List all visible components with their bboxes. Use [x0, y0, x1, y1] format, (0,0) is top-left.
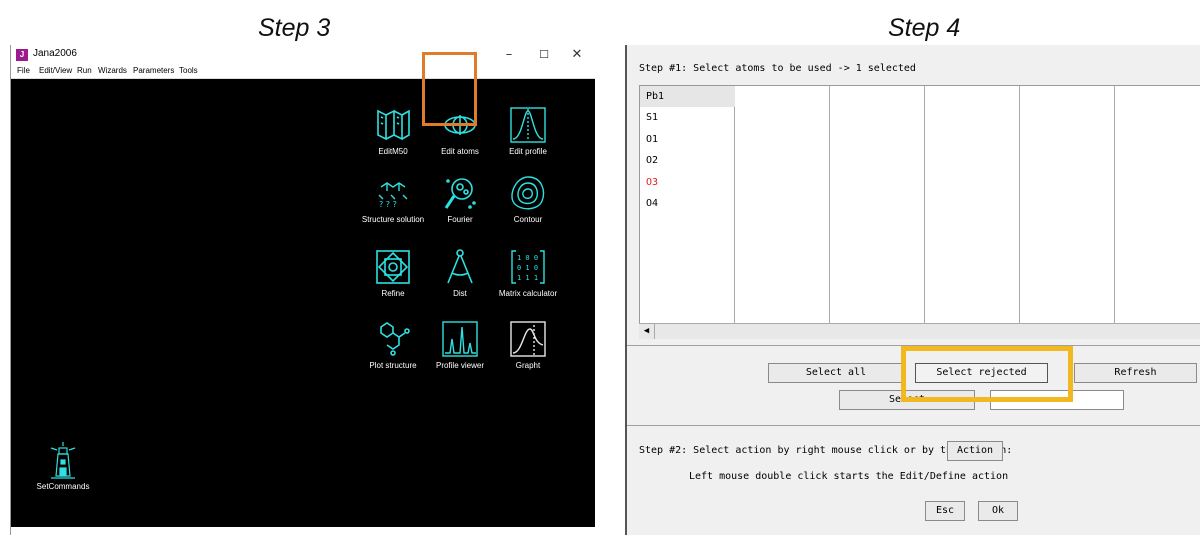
step-3-caption: Step 3: [258, 14, 331, 42]
menu-file[interactable]: File: [17, 66, 30, 75]
grapht-tile[interactable]: Grapht: [492, 317, 564, 379]
edit-atoms-dialog: Step #1: Select atoms to be used -> 1 se…: [625, 45, 1200, 535]
window-title: Jana2006: [33, 48, 77, 59]
status-bar: [11, 527, 595, 535]
action-button[interactable]: Action: [947, 441, 1003, 461]
atom-column-2: [735, 86, 830, 338]
step-4-caption: Step 4: [888, 14, 961, 42]
lighthouse-icon: [50, 442, 76, 479]
atom-item-rejected[interactable]: O3: [646, 177, 658, 188]
select-all-button[interactable]: Select all: [768, 363, 904, 383]
editm50-icon: [377, 109, 410, 141]
contour-icon: [511, 176, 545, 210]
atom-column-1: Pb1 S1 O1 O2 O3 O4: [640, 86, 735, 338]
edit-atoms-highlight: [422, 52, 477, 126]
menu-parameters[interactable]: Parameters: [133, 66, 174, 75]
structure-solution-icon: ? ? ?: [378, 182, 408, 209]
double-click-hint: Left mouse double click starts the Edit/…: [689, 471, 1009, 482]
refresh-button[interactable]: Refresh: [1074, 363, 1197, 383]
matrix-calculator-icon: 1 0 0 0 1 0 1 1 1: [511, 250, 545, 284]
fourier-icon: [444, 178, 476, 209]
grapht-label: Grapht: [515, 361, 541, 370]
scroll-left-icon[interactable]: ◀: [639, 324, 655, 339]
menu-edit-view[interactable]: Edit/View: [39, 66, 72, 75]
contour-tile[interactable]: Contour: [492, 171, 564, 233]
svg-text:1 1 1: 1 1 1: [517, 274, 538, 282]
separator: [627, 425, 1200, 426]
atom-column-3: [830, 86, 925, 338]
plot-structure-icon: [380, 322, 410, 356]
maximize-button[interactable]: ☐: [526, 45, 562, 65]
menu-bar: File Edit/View Run Wizards Parameters To…: [11, 65, 595, 79]
setcommands-tile[interactable]: SetCommands: [27, 438, 99, 500]
grapht-icon: [510, 321, 546, 357]
close-button[interactable]: ✕: [559, 45, 595, 65]
atom-list[interactable]: Pb1 S1 O1 O2 O3 O4: [639, 85, 1200, 339]
atom-item[interactable]: O4: [646, 198, 658, 209]
edit-profile-label: Edit profile: [509, 147, 547, 156]
atom-item[interactable]: S1: [646, 112, 658, 123]
setcommands-label: SetCommands: [36, 482, 90, 491]
matrix-calculator-label: Matrix calculator: [498, 289, 558, 298]
minimize-button[interactable]: –: [491, 45, 527, 65]
svg-text:? ? ?: ? ? ?: [379, 200, 397, 209]
edit-profile-tile[interactable]: Edit profile: [492, 103, 564, 165]
atom-column-6: [1115, 86, 1200, 338]
menu-run[interactable]: Run: [77, 66, 92, 75]
svg-text:1 0 0: 1 0 0: [517, 254, 538, 262]
dist-icon: [447, 249, 473, 284]
atom-column-5: [1020, 86, 1115, 338]
jana-logo-icon: J: [16, 49, 28, 61]
refine-icon: [376, 250, 410, 284]
jana-window: J Jana2006 – ☐ ✕ File Edit/View Run Wiza…: [10, 45, 595, 535]
horizontal-scrollbar[interactable]: ◀: [639, 323, 1200, 339]
atom-item[interactable]: O1: [646, 134, 658, 145]
matrix-calculator-tile[interactable]: 1 0 0 0 1 0 1 1 1 Matrix calculator: [492, 245, 564, 307]
menu-tools[interactable]: Tools: [179, 66, 198, 75]
contour-label: Contour: [513, 215, 543, 224]
profile-viewer-icon: [442, 321, 478, 357]
edit-profile-icon: [510, 107, 546, 143]
ok-button[interactable]: Ok: [978, 501, 1018, 521]
select-rejected-highlight: [901, 346, 1073, 402]
atom-column-4: [925, 86, 1020, 338]
step1-instruction: Step #1: Select atoms to be used -> 1 se…: [639, 63, 916, 74]
atom-item[interactable]: O2: [646, 155, 658, 166]
esc-button[interactable]: Esc: [925, 501, 965, 521]
atom-item[interactable]: Pb1: [646, 91, 664, 102]
menu-wizards[interactable]: Wizards: [98, 66, 127, 75]
svg-text:0 1 0: 0 1 0: [517, 264, 538, 272]
title-bar: J Jana2006 – ☐ ✕: [11, 45, 595, 65]
